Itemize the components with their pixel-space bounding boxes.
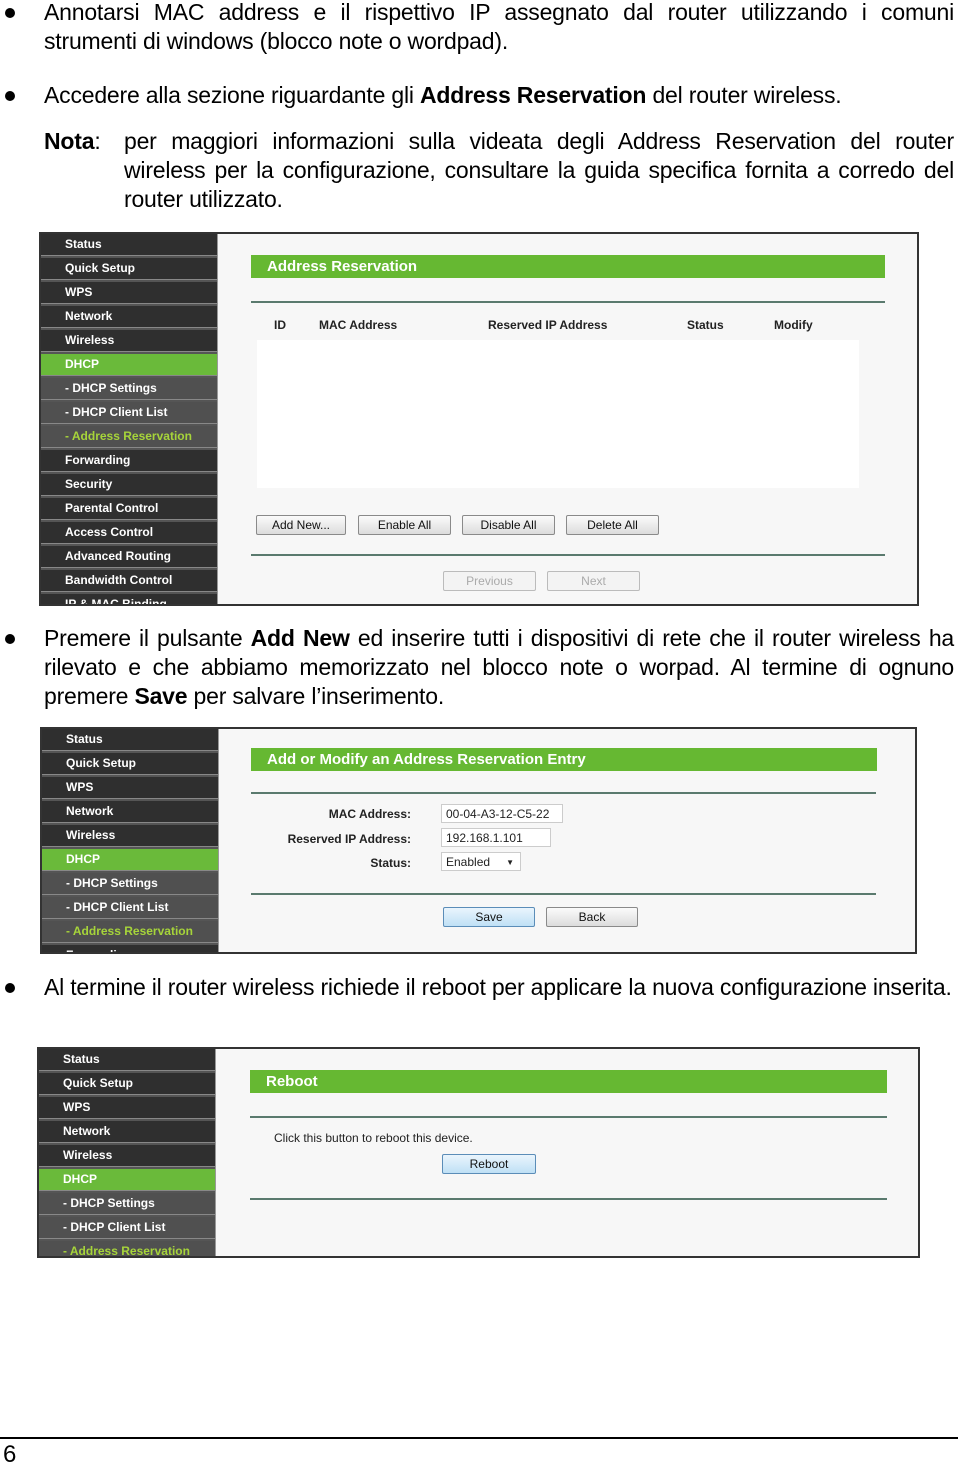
screenshot-reboot: Status Quick Setup WPS Network Wireless DHCP -… <box>37 1047 920 1258</box>
mac-address-input[interactable]: 00-04-A3-12-C5-22 <box>441 804 563 823</box>
paragraph-4: Al termine il router wireless richiede i… <box>44 974 952 1000</box>
reboot-instruction: Click this button to reboot this device. <box>274 1131 473 1145</box>
divider <box>250 1198 887 1200</box>
save-button[interactable]: Save <box>443 907 535 927</box>
paragraph-2: Accedere alla sezione riguardante gli Ad… <box>44 81 954 110</box>
screenshot-add-modify-entry: Status Quick Setup WPS Network Wireless DHCP -… <box>40 727 917 954</box>
sidebar-item-wps[interactable]: WPS <box>39 1097 215 1119</box>
divider <box>251 792 876 794</box>
sidebar-item-dhcp[interactable]: DHCP <box>42 849 218 871</box>
bullet-icon <box>5 91 15 101</box>
sidebar-menu: Status Quick Setup WPS Network Wireless DHCP -… <box>41 234 218 604</box>
reservation-table-body <box>257 340 859 488</box>
note-label: Nota <box>44 128 95 154</box>
text: : <box>94 128 101 154</box>
column-header-id: ID <box>274 318 286 332</box>
sidebar-item-dhcp[interactable]: DHCP <box>39 1169 215 1191</box>
bullet-icon <box>5 8 15 18</box>
sidebar-item-wps[interactable]: WPS <box>42 777 218 799</box>
status-select[interactable]: Enabled ▼ <box>441 852 521 871</box>
main-panel: Address Reservation ID MAC Address Reser… <box>221 234 917 604</box>
reserved-ip-input[interactable]: 192.168.1.101 <box>441 828 551 847</box>
sidebar-item-dhcp-settings[interactable]: - DHCP Settings <box>41 378 217 400</box>
sidebar-item-status[interactable]: Status <box>42 729 218 751</box>
sidebar-item-wps[interactable]: WPS <box>41 282 217 304</box>
sidebar-item-network[interactable]: Network <box>42 801 218 823</box>
sidebar-item-forwarding[interactable]: Forwarding <box>42 945 218 952</box>
sidebar-item-address-reservation[interactable]: - Address Reservation <box>41 426 217 448</box>
page-number: 6 <box>3 1441 17 1468</box>
disable-all-button[interactable]: Disable All <box>462 515 555 535</box>
bold-text: Save <box>134 683 188 709</box>
text: Accedere alla sezione riguardante gli <box>44 82 420 108</box>
sidebar-item-dhcp-client-list[interactable]: - DHCP Client List <box>42 897 218 919</box>
page-title: Address Reservation <box>251 255 885 278</box>
sidebar-item-access-control[interactable]: Access Control <box>41 522 217 544</box>
sidebar-item-dhcp[interactable]: DHCP <box>41 354 217 376</box>
bold-text: Address Reservation <box>419 82 647 108</box>
back-button[interactable]: Back <box>546 907 638 927</box>
note-text: per maggiori informazioni sulla videata … <box>124 128 954 212</box>
sidebar-item-network[interactable]: Network <box>41 306 217 328</box>
delete-all-button[interactable]: Delete All <box>566 515 659 535</box>
column-header-ip: Reserved IP Address <box>488 318 608 332</box>
sidebar-item-security[interactable]: Security <box>41 474 217 496</box>
main-panel: Reboot Click this button to reboot this … <box>219 1049 918 1256</box>
column-header-modify: Modify <box>774 318 813 332</box>
sidebar-item-forwarding[interactable]: Forwarding <box>41 450 217 472</box>
bullet-icon <box>5 634 15 644</box>
reserved-ip-label: Reserved IP Address: <box>287 832 411 846</box>
sidebar-item-status[interactable]: Status <box>41 234 217 256</box>
enable-all-button[interactable]: Enable All <box>358 515 451 535</box>
next-button[interactable]: Next <box>547 571 640 591</box>
sidebar-item-wireless[interactable]: Wireless <box>39 1145 215 1167</box>
mac-address-label: MAC Address: <box>328 807 411 821</box>
page-title: Reboot <box>250 1070 887 1093</box>
sidebar-item-dhcp-settings[interactable]: - DHCP Settings <box>39 1193 215 1215</box>
status-select-value: Enabled <box>446 855 491 869</box>
reboot-button[interactable]: Reboot <box>442 1154 536 1174</box>
paragraph-3: Premere il pulsante Add New ed inserire … <box>44 624 954 711</box>
sidebar-item-wireless[interactable]: Wireless <box>41 330 217 352</box>
paragraph-1: Annotarsi MAC address e il rispettivo IP… <box>44 0 954 54</box>
column-header-mac: MAC Address <box>319 318 398 332</box>
sidebar-menu: Status Quick Setup WPS Network Wireless DHCP -… <box>39 1049 216 1256</box>
sidebar-menu: Status Quick Setup WPS Network Wireless DHCP -… <box>42 729 219 952</box>
text: per salvare l’inserimento. <box>187 683 445 709</box>
sidebar-item-quick-setup[interactable]: Quick Setup <box>41 258 217 280</box>
sidebar-item-quick-setup[interactable]: Quick Setup <box>39 1073 215 1095</box>
main-panel: Add or Modify an Address Reservation Ent… <box>222 729 915 952</box>
screenshot-address-reservation: Status Quick Setup WPS Network Wireless DHCP -… <box>39 232 919 606</box>
status-label: Status: <box>370 856 411 870</box>
sidebar-item-dhcp-client-list[interactable]: - DHCP Client List <box>41 402 217 424</box>
sidebar-item-address-reservation[interactable]: - Address Reservation <box>39 1241 215 1256</box>
chevron-down-icon: ▼ <box>506 858 514 867</box>
sidebar-item-parental-control[interactable]: Parental Control <box>41 498 217 520</box>
sidebar-item-network[interactable]: Network <box>39 1121 215 1143</box>
add-new-button[interactable]: Add New... <box>256 515 346 535</box>
sidebar-item-bandwidth-control[interactable]: Bandwidth Control <box>41 570 217 592</box>
previous-button[interactable]: Previous <box>443 571 536 591</box>
sidebar-item-ip-mac-binding[interactable]: IP & MAC Binding <box>41 594 217 604</box>
sidebar-item-dhcp-client-list[interactable]: - DHCP Client List <box>39 1217 215 1239</box>
page-title: Add or Modify an Address Reservation Ent… <box>251 748 877 771</box>
divider <box>251 301 885 303</box>
column-header-status: Status <box>687 318 724 332</box>
bold-text: Add New <box>250 625 350 651</box>
sidebar-item-dhcp-settings[interactable]: - DHCP Settings <box>42 873 218 895</box>
bullet-icon <box>5 983 15 993</box>
text: del router wireless. <box>646 82 842 108</box>
divider <box>251 893 876 895</box>
text: Premere il pulsante <box>44 625 251 651</box>
sidebar-item-address-reservation[interactable]: - Address Reservation <box>42 921 218 943</box>
sidebar-item-advanced-routing[interactable]: Advanced Routing <box>41 546 217 568</box>
sidebar-item-quick-setup[interactable]: Quick Setup <box>42 753 218 775</box>
sidebar-item-status[interactable]: Status <box>39 1049 215 1071</box>
footer-divider <box>0 1437 958 1439</box>
sidebar-item-wireless[interactable]: Wireless <box>42 825 218 847</box>
divider <box>251 554 885 556</box>
divider <box>250 1116 887 1118</box>
